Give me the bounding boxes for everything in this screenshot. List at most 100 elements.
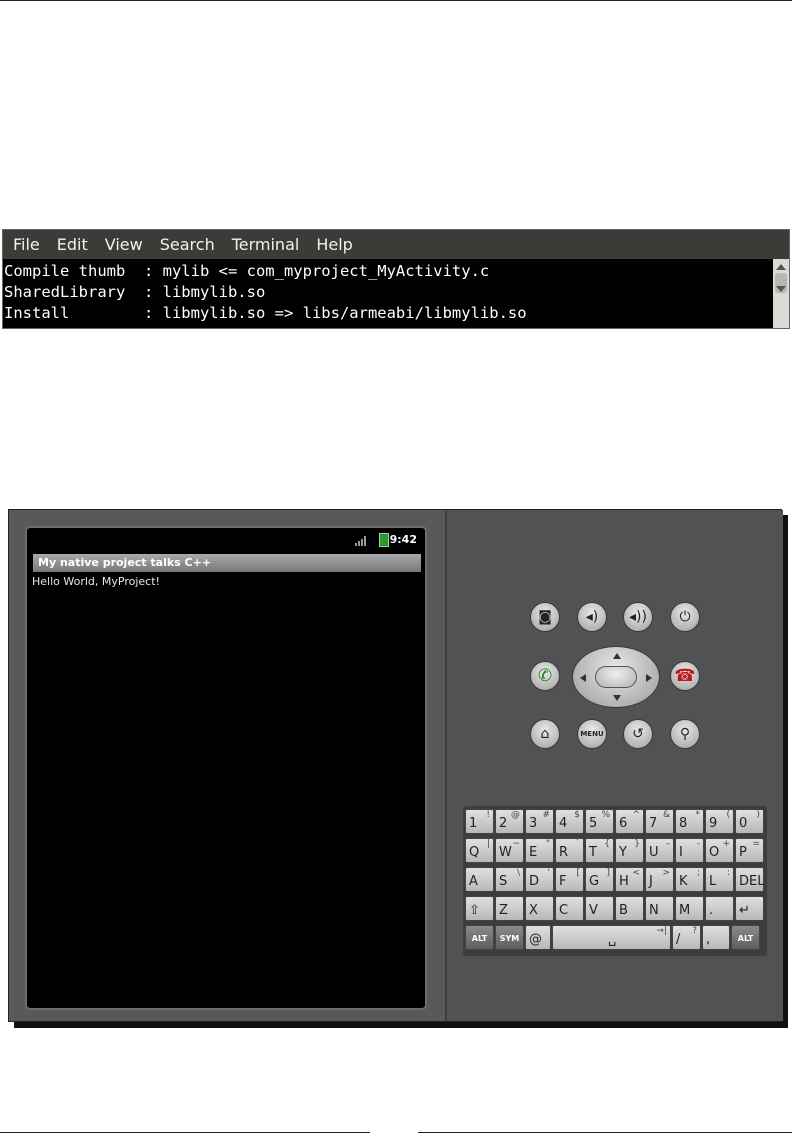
key-row1-7[interactable]: 8 * — [675, 809, 704, 834]
menu-file[interactable]: File — [13, 235, 40, 254]
key-row2-7[interactable]: I- — [675, 838, 704, 863]
key-secondary-label: } — [634, 839, 640, 849]
key-row5-1[interactable]: SYM — [495, 925, 524, 950]
key-row4-7[interactable]: M — [675, 896, 704, 921]
menu-search[interactable]: Search — [160, 235, 215, 254]
key-secondary-label: – — [665, 839, 671, 849]
key-row5-3[interactable]: ␣ →| — [552, 925, 671, 950]
app-title-bar: My native project talks C++ — [33, 554, 421, 572]
key-row1-4[interactable]: 5% — [585, 809, 614, 834]
key-row2-9[interactable]: P = — [735, 838, 764, 863]
key-row2-1[interactable]: W ~ — [495, 838, 524, 863]
dpad-up-icon[interactable] — [613, 653, 621, 659]
key-row3-2[interactable]: D ' — [525, 867, 554, 892]
key-row2-0[interactable]: Q | — [465, 838, 494, 863]
key-label: I — [679, 845, 683, 860]
key-row4-5[interactable]: B — [615, 896, 644, 921]
key-label: B — [619, 903, 628, 918]
key-row5-2[interactable]: @ — [525, 925, 551, 950]
home-button[interactable]: ⌂ — [530, 719, 560, 749]
key-row3-0[interactable]: A — [465, 867, 494, 892]
device-screen[interactable]: 9:42 My native project talks C++ Hello W… — [25, 526, 427, 1010]
menu-help[interactable]: Help — [316, 235, 352, 254]
key-row4-6[interactable]: N — [645, 896, 674, 921]
back-button[interactable]: ↺ — [623, 719, 653, 749]
key-label: ALT — [737, 934, 754, 943]
menu-edit[interactable]: Edit — [57, 235, 88, 254]
call-button[interactable]: ✆ — [530, 661, 560, 691]
terminal-menubar: File Edit View Search Terminal Help — [3, 230, 789, 259]
phone-call-icon: ✆ — [537, 666, 553, 686]
menu-button[interactable]: MENU — [577, 719, 607, 749]
back-icon: ↺ — [632, 726, 644, 742]
key-label: ↵ — [739, 903, 750, 918]
terminal-scrollbar[interactable] — [773, 259, 789, 328]
terminal-output[interactable]: Compile thumb : mylib <= com_myproject_M… — [3, 259, 773, 328]
key-row1-8[interactable]: 9( — [705, 809, 734, 834]
key-row4-4[interactable]: V — [585, 896, 614, 921]
scroll-up-arrow-icon[interactable] — [776, 264, 786, 270]
key-row2-3[interactable]: R ` — [555, 838, 584, 863]
key-row3-7[interactable]: K; — [675, 867, 704, 892]
key-row4-2[interactable]: X — [525, 896, 554, 921]
power-button[interactable]: ⏻ — [670, 602, 700, 632]
key-secondary-label: ] — [606, 868, 610, 878]
key-secondary-label: * — [695, 810, 701, 820]
dpad-right-icon[interactable] — [646, 674, 652, 682]
key-row3-1[interactable]: S \ — [495, 867, 524, 892]
key-row2-8[interactable]: O + — [705, 838, 734, 863]
volume-down-button[interactable]: ◂) — [577, 602, 607, 632]
key-row5-4[interactable]: /? — [672, 925, 701, 950]
menu-view[interactable]: View — [105, 235, 143, 254]
key-row1-9[interactable]: 0) — [735, 809, 764, 834]
key-row2-4[interactable]: T{ — [585, 838, 614, 863]
key-row4-3[interactable]: C — [555, 896, 584, 921]
key-secondary-label: { — [604, 839, 610, 849]
menu-terminal[interactable]: Terminal — [232, 235, 300, 254]
volume-up-button[interactable]: ◂)) — [623, 602, 653, 632]
key-label: P — [739, 845, 747, 860]
key-row3-5[interactable]: H < — [615, 867, 644, 892]
dpad-left-icon[interactable] — [580, 674, 586, 682]
search-button[interactable]: ⚲ — [670, 719, 700, 749]
key-label: C — [559, 903, 569, 918]
key-row4-8[interactable]: . — [705, 896, 734, 921]
dpad-down-icon[interactable] — [613, 695, 621, 701]
key-row4-0[interactable]: ⇧ — [465, 896, 494, 921]
key-row3-3[interactable]: F[ — [555, 867, 584, 892]
key-secondary-label: < — [632, 868, 640, 878]
top-rule — [0, 0, 792, 1]
camera-icon: ◙ — [538, 609, 552, 625]
signal-icon — [355, 536, 369, 546]
key-row5-5[interactable]: , — [702, 925, 730, 950]
key-row1-3[interactable]: 4 $ — [555, 809, 584, 834]
scroll-down-arrow-icon[interactable] — [776, 286, 786, 292]
key-row3-9[interactable]: DEL — [735, 867, 764, 892]
dpad[interactable] — [572, 646, 660, 708]
key-secondary-label: [ — [576, 868, 580, 878]
status-time: 9:42 — [389, 533, 417, 546]
camera-button[interactable]: ◙ — [530, 602, 560, 632]
key-row3-6[interactable]: J > — [645, 867, 674, 892]
key-row5-6[interactable]: ALT — [731, 925, 760, 950]
key-row2-5[interactable]: Y} — [615, 838, 644, 863]
key-row4-1[interactable]: Z — [495, 896, 524, 921]
key-row1-2[interactable]: 3 # — [525, 809, 554, 834]
key-row2-2[interactable]: E " — [525, 838, 554, 863]
key-row1-5[interactable]: 6 ^ — [615, 809, 644, 834]
key-secondary-label: \ — [516, 868, 520, 878]
end-call-button[interactable]: ☎ — [670, 661, 700, 691]
key-row1-0[interactable]: 1! — [465, 809, 494, 834]
key-row5-0[interactable]: ALT — [465, 925, 494, 950]
key-row2-6[interactable]: U – — [645, 838, 674, 863]
key-row4-9[interactable]: ↵ — [735, 896, 764, 921]
key-secondary-label: > — [662, 868, 670, 878]
key-row1-1[interactable]: 2 @ — [495, 809, 524, 834]
key-row3-8[interactable]: L: — [705, 867, 734, 892]
key-row1-6[interactable]: 7 & — [645, 809, 674, 834]
dpad-center-button[interactable] — [595, 666, 637, 688]
hello-text: Hello World, MyProject! — [32, 575, 160, 588]
terminal-window: File Edit View Search Terminal Help Comp… — [2, 229, 790, 329]
key-row3-4[interactable]: G] — [585, 867, 614, 892]
emulator-controls: ◙ ◂) ◂)) ⏻ ✆ ☎ ⌂ MENU ↺ ⚲ 1! 2 @3 #4 $5% 6 ^ 7 &… — [445, 510, 783, 1021]
